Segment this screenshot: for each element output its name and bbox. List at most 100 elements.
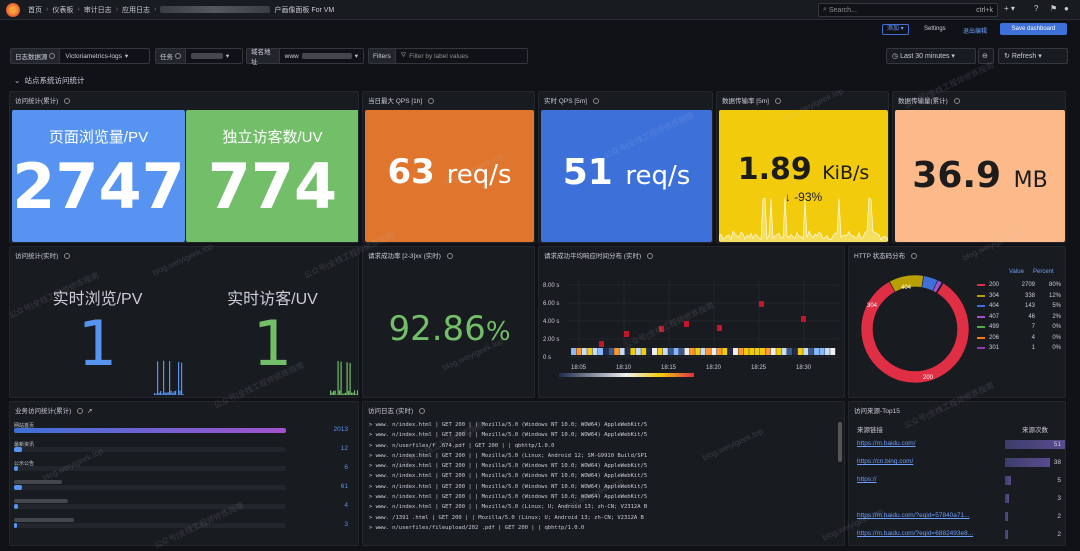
spark-bar xyxy=(166,393,167,395)
log-line[interactable]: > www. n/index.html | GET 200 | | Mozill… xyxy=(369,502,834,512)
task-select[interactable]: ▾ xyxy=(186,52,234,60)
spark-bar xyxy=(160,391,161,395)
legend-swatch xyxy=(977,326,985,328)
log-line[interactable]: > www. n/index.html | GET 200 | | Mozill… xyxy=(369,471,834,481)
source-link[interactable]: https://m.baidu.com/ xyxy=(857,440,1002,447)
bar-fill xyxy=(14,447,22,452)
filters-variable[interactable]: Filters ⛛Filter by label values xyxy=(368,48,528,64)
heatmap-cell xyxy=(674,348,679,355)
log-line[interactable]: > www. n/index.html | GET 200 | | Mozill… xyxy=(369,461,834,471)
heatmap-cell xyxy=(798,348,803,355)
bar-value: 12 xyxy=(341,445,348,452)
log-line[interactable]: > www. n/index.html | GET 200 | | Mozill… xyxy=(369,451,834,461)
redacted-label xyxy=(14,499,68,503)
legend-percent: 0% xyxy=(1035,345,1061,351)
legend-item[interactable]: 407462% xyxy=(977,312,1063,323)
legend-col-percent[interactable]: Percent xyxy=(1033,269,1054,275)
panel-title: 访问日志 (实时) xyxy=(368,405,425,415)
log-line[interactable]: > www. n/index.html | GET 200 | | Mozill… xyxy=(369,492,834,502)
grafana-logo-icon[interactable] xyxy=(6,3,20,17)
breadcrumb-dashboards[interactable]: 仪表板 xyxy=(52,5,73,15)
add-button[interactable]: 添加 ▾ xyxy=(882,24,909,35)
external-link-icon: ↗ xyxy=(87,408,92,415)
heatmap-cell xyxy=(803,348,808,355)
datasource-variable[interactable]: 日志数据源 Victoriametrics-logs ▾ xyxy=(10,48,150,64)
stat-transfer-total: 36.9 MB xyxy=(895,110,1065,242)
source-link[interactable]: https://cn.bing.com/ xyxy=(857,458,1002,465)
domain-variable[interactable]: 域名地址 www ▾ xyxy=(246,48,364,64)
legend-item[interactable]: 30110% xyxy=(977,343,1063,354)
stat-uv: 独立访客数/UV 774 xyxy=(186,110,359,242)
stat-max-qps: 63 req/s xyxy=(365,110,534,242)
clock-icon: ◷ xyxy=(892,52,900,60)
news-icon[interactable]: ⚑ xyxy=(1050,4,1057,13)
legend-item[interactable]: 200270980% xyxy=(977,280,1063,291)
zoom-out-button[interactable]: ⊖ xyxy=(978,48,994,64)
task-variable[interactable]: 任务 ▾ xyxy=(155,48,243,64)
log-scrollbar[interactable] xyxy=(838,422,842,462)
log-line[interactable]: > www. n/userfiles/f .674.pdf | GET 200 … xyxy=(369,441,834,451)
domain-label: 域名地址 xyxy=(247,49,280,63)
spark-bar xyxy=(347,362,348,395)
search-placeholder: Search... xyxy=(829,7,857,14)
legend-item[interactable]: 49970% xyxy=(977,322,1063,333)
heatmap-chart: 8.00 s6.00 s4.00 s2.00 s0 s18:0518:1018:… xyxy=(539,261,844,397)
breadcrumb-home[interactable]: 首页 xyxy=(28,5,42,15)
legend-item[interactable]: 30433812% xyxy=(977,291,1063,302)
bar-fill xyxy=(14,485,22,490)
col-link-header[interactable]: 来源链接 xyxy=(857,424,883,434)
log-line[interactable]: > www. n/index.html | GET 200 | | Mozill… xyxy=(369,430,834,440)
legend-col-value[interactable]: Value xyxy=(1009,269,1024,275)
count-bar xyxy=(1005,458,1050,467)
heatmap-cell xyxy=(630,348,635,355)
heatmap-cell xyxy=(659,326,664,332)
legend-item[interactable]: 4041435% xyxy=(977,301,1063,312)
domain-select[interactable]: www ▾ xyxy=(280,52,363,60)
bar-fill xyxy=(14,466,18,471)
bar-value: 2013 xyxy=(334,426,348,433)
log-line[interactable]: > www. n/index.html | GET 200 | | Mozill… xyxy=(369,482,834,492)
plus-icon[interactable]: + ▾ xyxy=(1004,4,1015,13)
search-input[interactable]: ⌕ Search... ctrl+k xyxy=(818,3,998,17)
row-title[interactable]: ⌄ 站点系统访问统计 xyxy=(14,75,84,86)
panel-business: 业务访问统计(累计) ↗ 网站首页2013最新资讯12公示公告66143 xyxy=(9,401,359,546)
time-range-picker[interactable]: ◷ Last 30 minutes ▾ xyxy=(886,48,976,64)
refresh-button[interactable]: ↻ Refresh ▾ xyxy=(998,48,1068,64)
log-line[interactable]: > www. n/userfiles/fileupload/202 .pdf |… xyxy=(369,523,834,533)
panel-title: HTTP 状态码分布 xyxy=(854,250,917,260)
heatmap-cell xyxy=(668,348,673,355)
source-link[interactable]: https://m.baidu.com/?eqid=6882493e8... xyxy=(857,530,1002,537)
settings-button[interactable]: Settings xyxy=(924,26,946,32)
log-line[interactable]: > www. n/index.html | GET 200 | | Mozill… xyxy=(369,420,834,430)
filters-input[interactable]: ⛛Filter by label values xyxy=(396,52,474,60)
source-link[interactable]: https:// xyxy=(857,476,1002,483)
datasource-select[interactable]: Victoriametrics-logs ▾ xyxy=(60,52,133,60)
heatmap-cell xyxy=(760,348,765,355)
legend-code: 499 xyxy=(989,324,1007,330)
spark-bar xyxy=(353,393,354,395)
log-line[interactable]: > www. /1391 .html | GET 200 | | Mozilla… xyxy=(369,513,834,523)
breadcrumb-audit-log[interactable]: 审计日志 xyxy=(84,5,112,15)
col-count-header[interactable]: 来源次数 xyxy=(1005,424,1065,434)
legend-percent: 0% xyxy=(1035,324,1061,330)
exit-edit-button[interactable]: 退出编辑 xyxy=(963,26,987,35)
stat-caption: 实时访客/UV xyxy=(185,285,359,309)
heatmap-cell xyxy=(722,348,727,355)
bar-track xyxy=(14,523,286,528)
spark-bar xyxy=(339,390,340,395)
avatar[interactable]: ● xyxy=(1064,4,1069,13)
heatmap-cell xyxy=(641,348,646,355)
spark-bar xyxy=(359,392,360,395)
spark-bar xyxy=(354,390,355,395)
heatmap-cell xyxy=(717,325,722,331)
source-link[interactable]: https://m.baidu.com/?eqid=57840a71... xyxy=(857,512,1002,519)
stat-value: 36.9 MB xyxy=(895,155,1065,196)
x-tick-label: 18:15 xyxy=(661,365,677,371)
panel-http-status: HTTP 状态码分布 200304404 Value Percent 20027… xyxy=(848,246,1066,398)
breadcrumb-app-log[interactable]: 应用日志 xyxy=(122,5,150,15)
save-dashboard-button[interactable]: Save dashboard xyxy=(1000,23,1067,35)
legend-item[interactable]: 20640% xyxy=(977,333,1063,344)
x-tick-label: 18:10 xyxy=(616,365,632,371)
count-bar xyxy=(1005,530,1008,539)
help-icon[interactable]: ? xyxy=(1034,4,1038,13)
